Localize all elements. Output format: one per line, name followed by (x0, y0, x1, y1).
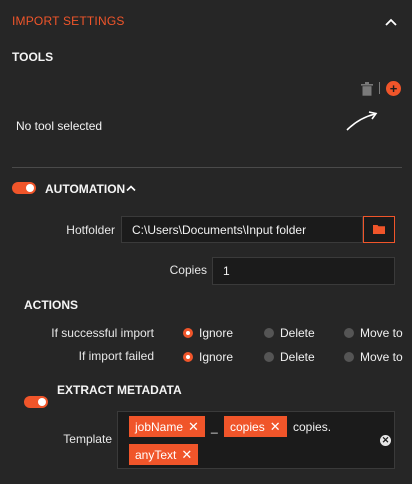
radio-dot (264, 352, 274, 362)
radio-dot (344, 352, 354, 362)
successful-delete-radio[interactable]: Delete (264, 326, 315, 340)
radio-label: Ignore (199, 326, 234, 340)
add-tool-plus-circle-icon[interactable]: + (386, 81, 401, 96)
close-icon[interactable]: ✕ (188, 420, 199, 433)
radio-label: Move to (360, 350, 403, 364)
folder-icon (373, 223, 385, 237)
radio-label: Delete (280, 326, 315, 340)
copies-input[interactable]: 1 (212, 257, 395, 285)
token-chip[interactable]: copies ✕ (224, 416, 287, 437)
radio-label: Move to (360, 326, 403, 340)
extract-metadata-label: EXTRACT METADATA (57, 383, 182, 397)
template-input[interactable]: jobName ✕ _ copies ✕ copies. anyText ✕ ✕ (117, 411, 395, 469)
template-label: Template (63, 432, 112, 446)
collapse-automation-chevron-up-icon[interactable] (124, 181, 138, 195)
radio-dot (183, 352, 193, 362)
successful-import-label: If successful import (51, 326, 154, 340)
extract-metadata-toggle[interactable] (24, 396, 48, 408)
radio-label: Ignore (199, 350, 234, 364)
hotfolder-input[interactable]: C:\Users\Documents\Input folder (121, 216, 363, 243)
toolbar-divider (379, 82, 380, 94)
failed-ignore-radio[interactable]: Ignore (183, 350, 233, 364)
clear-template-clear-icon[interactable]: ✕ (380, 435, 391, 446)
browse-folder-button[interactable] (363, 216, 395, 243)
radio-dot (183, 328, 193, 338)
token-chip[interactable]: jobName ✕ (129, 416, 205, 437)
close-icon[interactable]: ✕ (181, 448, 192, 461)
automation-label: AUTOMATION (45, 182, 126, 196)
failed-move-radio[interactable]: Move to (344, 350, 403, 364)
import-settings-title: IMPORT SETTINGS (12, 14, 125, 28)
radio-dot (264, 328, 274, 338)
tools-title: TOOLS (12, 50, 54, 64)
token-text: _ (211, 420, 218, 434)
trash-icon[interactable] (359, 81, 375, 96)
no-tool-text: No tool selected (16, 119, 103, 133)
collapse-import-settings-chevron-up-icon[interactable] (384, 15, 398, 29)
chip-label: copies (230, 419, 265, 434)
successful-move-radio[interactable]: Move to (344, 326, 403, 340)
failed-delete-radio[interactable]: Delete (264, 350, 315, 364)
token-text: copies. (293, 420, 332, 434)
automation-toggle[interactable] (12, 182, 36, 194)
copies-label: Copies (169, 263, 207, 277)
import-failed-label: If import failed (78, 349, 154, 363)
hotfolder-label: Hotfolder (66, 223, 115, 237)
close-icon[interactable]: ✕ (270, 420, 281, 433)
successful-ignore-radio[interactable]: Ignore (183, 326, 233, 340)
token-chip[interactable]: anyText ✕ (129, 444, 199, 465)
radio-dot (344, 328, 354, 338)
chip-label: jobName (135, 419, 184, 434)
section-divider (12, 167, 402, 168)
hint-arrow-icon (345, 110, 379, 132)
chip-label: anyText (135, 447, 177, 462)
actions-title: ACTIONS (24, 298, 78, 312)
radio-label: Delete (280, 350, 315, 364)
